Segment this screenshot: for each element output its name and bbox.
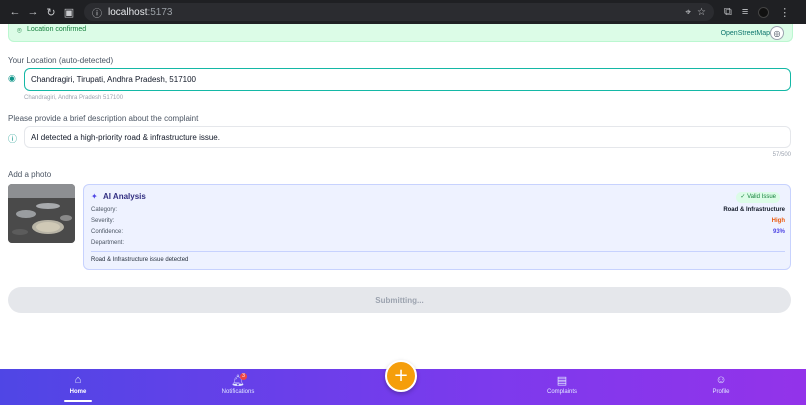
nav-notifications[interactable]: 🔔︎ 3 Notifications (198, 373, 278, 395)
browser-toolbar: ← → ↻ ▣ ⓘ localhost:5173 ⌖ ☆ ⧉ ≡ ⋮ (0, 0, 806, 24)
nav-home[interactable]: ⌂ Home (38, 374, 118, 402)
site-info-icon[interactable]: ⓘ (92, 5, 102, 20)
ai-row-severity: Severity: High (91, 218, 785, 224)
address-url: localhost:5173 (108, 6, 173, 18)
map-attribution[interactable]: OpenStreetMap (721, 30, 770, 37)
valid-issue-badge: ✓ Valid Issue (736, 192, 780, 203)
complaint-form: ⌾ Location confirmed OpenStreetMap ◎ You… (0, 24, 806, 369)
nav-complaints[interactable]: ▤ Complaints (522, 374, 602, 395)
info-icon: ⓘ (8, 134, 18, 144)
location-confirmed-banner: ⌾ Location confirmed OpenStreetMap (8, 24, 793, 42)
ai-analysis-card: ✦ AI Analysis ✓ Valid Issue Category: Ro… (83, 184, 791, 270)
location-subtext: Chandragiri, Andhra Pradesh 517100 (24, 95, 124, 101)
locate-me-button[interactable]: ◎ (770, 26, 784, 40)
forward-icon[interactable]: → (24, 6, 42, 18)
pothole-photo[interactable] (8, 184, 75, 243)
map-pin-icon: ◉ (8, 73, 16, 83)
ai-row-confidence: Confidence: 93% (91, 229, 785, 235)
notification-badge: 3 (240, 373, 247, 380)
profile-avatar[interactable] (758, 6, 770, 18)
ai-row-department: Department: (91, 240, 125, 246)
extensions-icon[interactable]: ⧉ (724, 6, 732, 19)
description-label: Please provide a brief description about… (8, 114, 199, 123)
ai-analysis-title: AI Analysis (103, 192, 146, 201)
bookmark-star-icon[interactable]: ☆ (697, 7, 706, 18)
photo-label: Add a photo (8, 170, 52, 179)
address-bar[interactable]: ⓘ localhost:5173 ⌖ ☆ (84, 3, 714, 21)
back-icon[interactable]: ← (6, 6, 24, 18)
location-input[interactable] (24, 68, 791, 91)
pin-icon: ⌾ (17, 26, 22, 35)
active-indicator (64, 400, 92, 402)
sparkles-icon: ✦ (91, 192, 98, 201)
location-permission-icon[interactable]: ⌖ (685, 7, 691, 18)
crosshair-icon: ◎ (773, 28, 781, 38)
location-confirmed-text: Location confirmed (27, 26, 87, 33)
ai-row-category: Category: Road & Infrastructure (91, 207, 785, 213)
nav-profile[interactable]: ☺ Profile (681, 374, 761, 395)
ai-summary: Road & Infrastructure issue detected (91, 257, 189, 263)
reload-icon[interactable]: ↻ (42, 6, 60, 19)
tab-switch-icon[interactable]: ▣ (60, 6, 78, 19)
media-controls-icon[interactable]: ≡ (742, 6, 748, 18)
clipboard-icon: ▤ (556, 375, 568, 387)
home-icon: ⌂ (74, 374, 82, 386)
browser-menu-icon[interactable]: ⋮ (779, 6, 790, 19)
submit-button[interactable]: Submitting... (8, 287, 791, 313)
divider (91, 251, 785, 252)
user-icon: ☺ (715, 374, 727, 386)
new-complaint-fab[interactable]: + (385, 360, 417, 392)
description-input[interactable] (24, 126, 791, 148)
location-label: Your Location (auto-detected) (8, 56, 114, 65)
bell-icon: 🔔︎ (231, 375, 245, 387)
character-counter: 57/500 (772, 152, 791, 158)
